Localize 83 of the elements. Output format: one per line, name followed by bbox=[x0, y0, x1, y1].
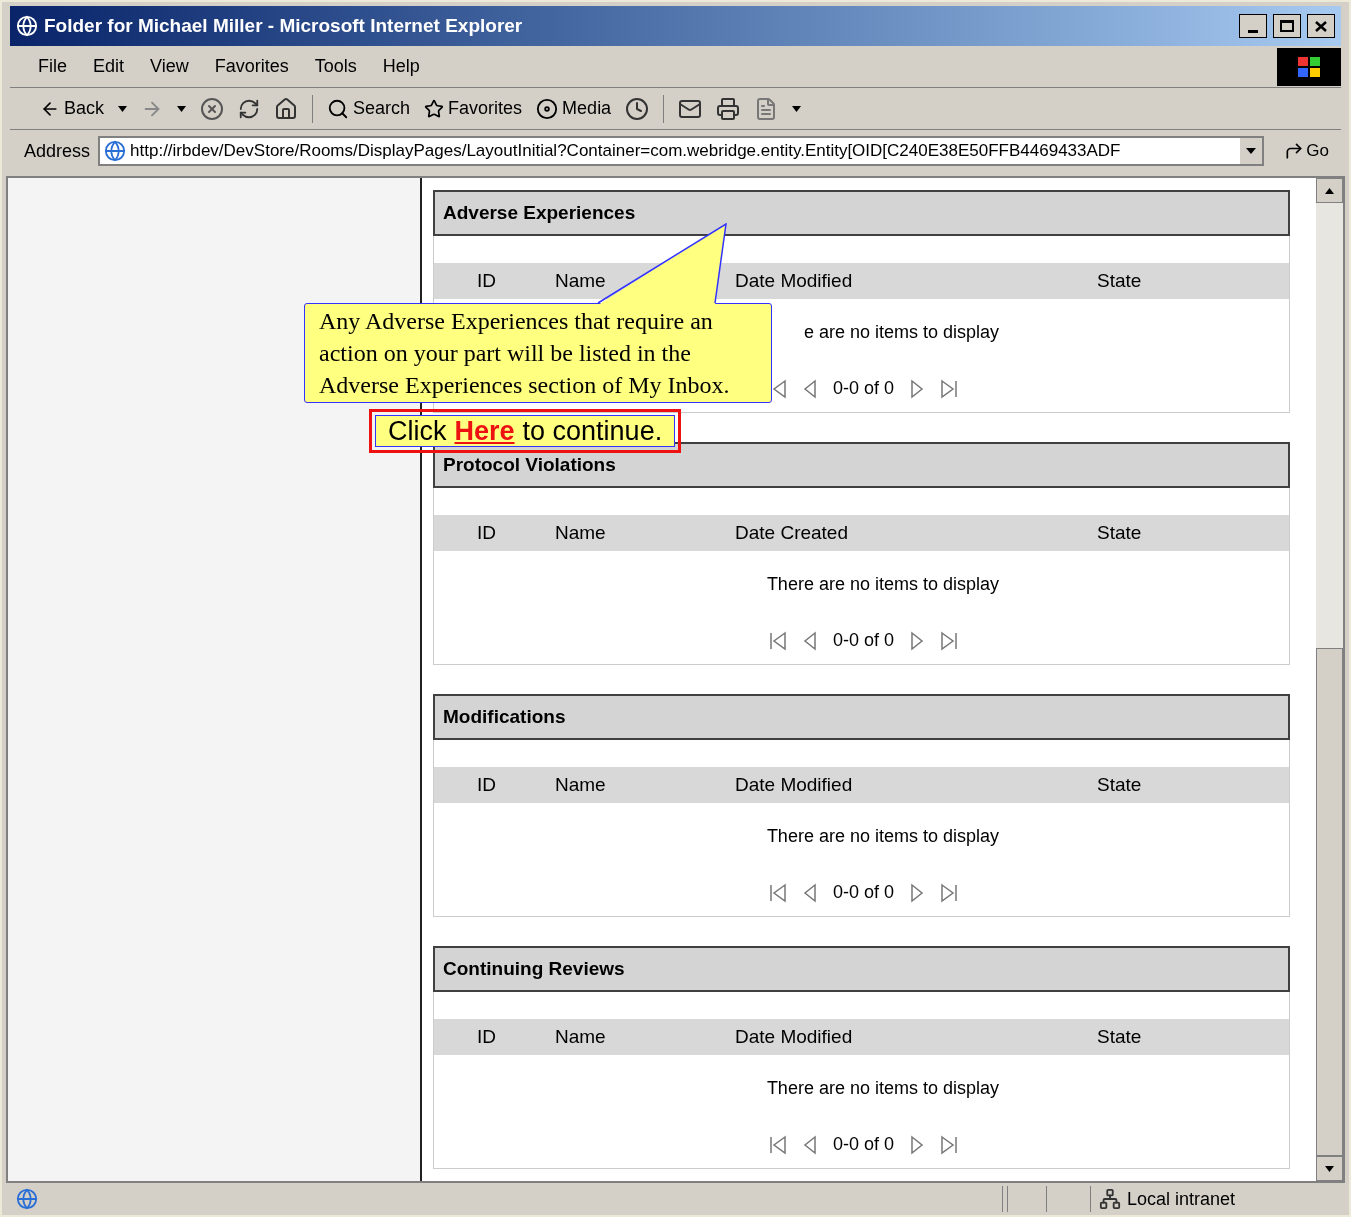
media-button[interactable]: Media bbox=[536, 95, 612, 122]
page-globe-icon bbox=[104, 140, 127, 162]
stop-icon[interactable] bbox=[200, 96, 225, 121]
first-page-icon[interactable] bbox=[768, 630, 787, 651]
history-icon[interactable] bbox=[625, 96, 650, 121]
caret-icon bbox=[1246, 148, 1257, 154]
column-header: ID bbox=[477, 1025, 496, 1047]
next-page-icon[interactable] bbox=[908, 1134, 926, 1155]
address-label: Address bbox=[24, 139, 91, 163]
minimize-icon bbox=[1248, 30, 1258, 33]
section-header: Modifications bbox=[433, 694, 1290, 740]
empty-message: There are no items to display bbox=[766, 824, 999, 848]
favorites-button[interactable]: Favorites bbox=[424, 95, 523, 122]
menu-item[interactable]: Help bbox=[382, 53, 420, 80]
column-header: Date Modified bbox=[735, 773, 853, 795]
column-header: Name bbox=[555, 773, 606, 795]
star-icon bbox=[424, 98, 445, 119]
section-header: Continuing Reviews bbox=[433, 946, 1290, 992]
section-header: Protocol Violations bbox=[433, 442, 1290, 488]
address-field[interactable]: http://irbdev/DevStore/Rooms/DisplayPages/LayoutInitial?Container=com.webridge.entity.Entity[OID[C240E38E50FFB4469433ADF bbox=[98, 136, 1265, 166]
page-range: 0-0 of 0 bbox=[832, 629, 894, 652]
column-header: Name bbox=[555, 1025, 606, 1047]
go-arrow-icon bbox=[1284, 141, 1305, 161]
menu-item[interactable]: Edit bbox=[93, 53, 125, 80]
column-header: Date Modified bbox=[735, 269, 853, 291]
windows-logo bbox=[1277, 47, 1341, 86]
caret-icon[interactable] bbox=[792, 105, 802, 112]
go-button[interactable]: Go bbox=[1272, 138, 1341, 164]
first-page-icon[interactable] bbox=[768, 882, 787, 903]
intranet-icon bbox=[1099, 1188, 1121, 1210]
menu-item[interactable]: File bbox=[38, 53, 67, 80]
zone-label: Local intranet bbox=[1127, 1187, 1236, 1211]
column-header: Date Modified bbox=[735, 1025, 853, 1047]
caret-icon[interactable] bbox=[118, 105, 128, 112]
close-icon bbox=[1315, 20, 1327, 32]
column-header: Name bbox=[555, 521, 606, 543]
column-header: State bbox=[1097, 773, 1142, 795]
maximize-icon bbox=[1280, 20, 1294, 32]
last-page-icon[interactable] bbox=[940, 882, 958, 903]
disc-icon bbox=[536, 97, 559, 120]
empty-message: There are no items to display bbox=[766, 1076, 999, 1100]
first-page-icon[interactable] bbox=[768, 1134, 787, 1155]
caret-icon[interactable] bbox=[177, 105, 187, 112]
column-header: ID bbox=[477, 773, 496, 795]
last-page-icon[interactable] bbox=[940, 378, 958, 399]
scroll-down-icon[interactable] bbox=[1325, 1165, 1334, 1172]
refresh-icon[interactable] bbox=[238, 97, 261, 120]
page-range: 0-0 of 0 bbox=[832, 377, 894, 400]
window-title: Folder for Michael Miller - Microsoft Internet Explorer bbox=[44, 13, 524, 38]
print-icon[interactable] bbox=[716, 96, 741, 121]
back-button[interactable]: Back bbox=[40, 95, 105, 122]
column-header: State bbox=[1097, 521, 1142, 543]
minimize-button[interactable] bbox=[1239, 14, 1267, 38]
menu-item[interactable]: View bbox=[150, 53, 189, 80]
scroll-up-icon[interactable] bbox=[1325, 187, 1334, 194]
dropdown-button[interactable] bbox=[1240, 138, 1263, 164]
column-header: ID bbox=[477, 521, 496, 543]
next-page-icon[interactable] bbox=[908, 882, 926, 903]
scrollbar[interactable] bbox=[1316, 178, 1343, 1181]
empty-message: e are no items to display bbox=[803, 320, 999, 344]
page-range: 0-0 of 0 bbox=[832, 881, 894, 904]
last-page-icon[interactable] bbox=[940, 630, 958, 651]
maximize-button[interactable] bbox=[1273, 14, 1301, 38]
menu-item[interactable]: Favorites bbox=[214, 53, 289, 80]
next-page-icon[interactable] bbox=[908, 378, 926, 399]
close-button[interactable] bbox=[1307, 14, 1335, 38]
search-button[interactable]: Search bbox=[327, 95, 411, 122]
column-header: Name bbox=[555, 269, 606, 291]
column-header: State bbox=[1097, 269, 1142, 291]
page-icon bbox=[16, 1188, 38, 1210]
page-range: 0-0 of 0 bbox=[832, 1133, 894, 1156]
column-header: Date Created bbox=[735, 521, 848, 543]
last-page-icon[interactable] bbox=[940, 1134, 958, 1155]
column-header: State bbox=[1097, 1025, 1142, 1047]
status-pane bbox=[1007, 1186, 1047, 1212]
next-page-icon[interactable] bbox=[908, 630, 926, 651]
menu-item[interactable]: Tools bbox=[314, 53, 357, 80]
empty-message: There are no items to display bbox=[766, 572, 999, 596]
browser-icon bbox=[16, 15, 38, 37]
column-header: ID bbox=[477, 269, 496, 291]
home-icon[interactable] bbox=[274, 96, 299, 121]
search-icon bbox=[327, 97, 350, 120]
section-header: Adverse Experiences bbox=[433, 190, 1290, 236]
